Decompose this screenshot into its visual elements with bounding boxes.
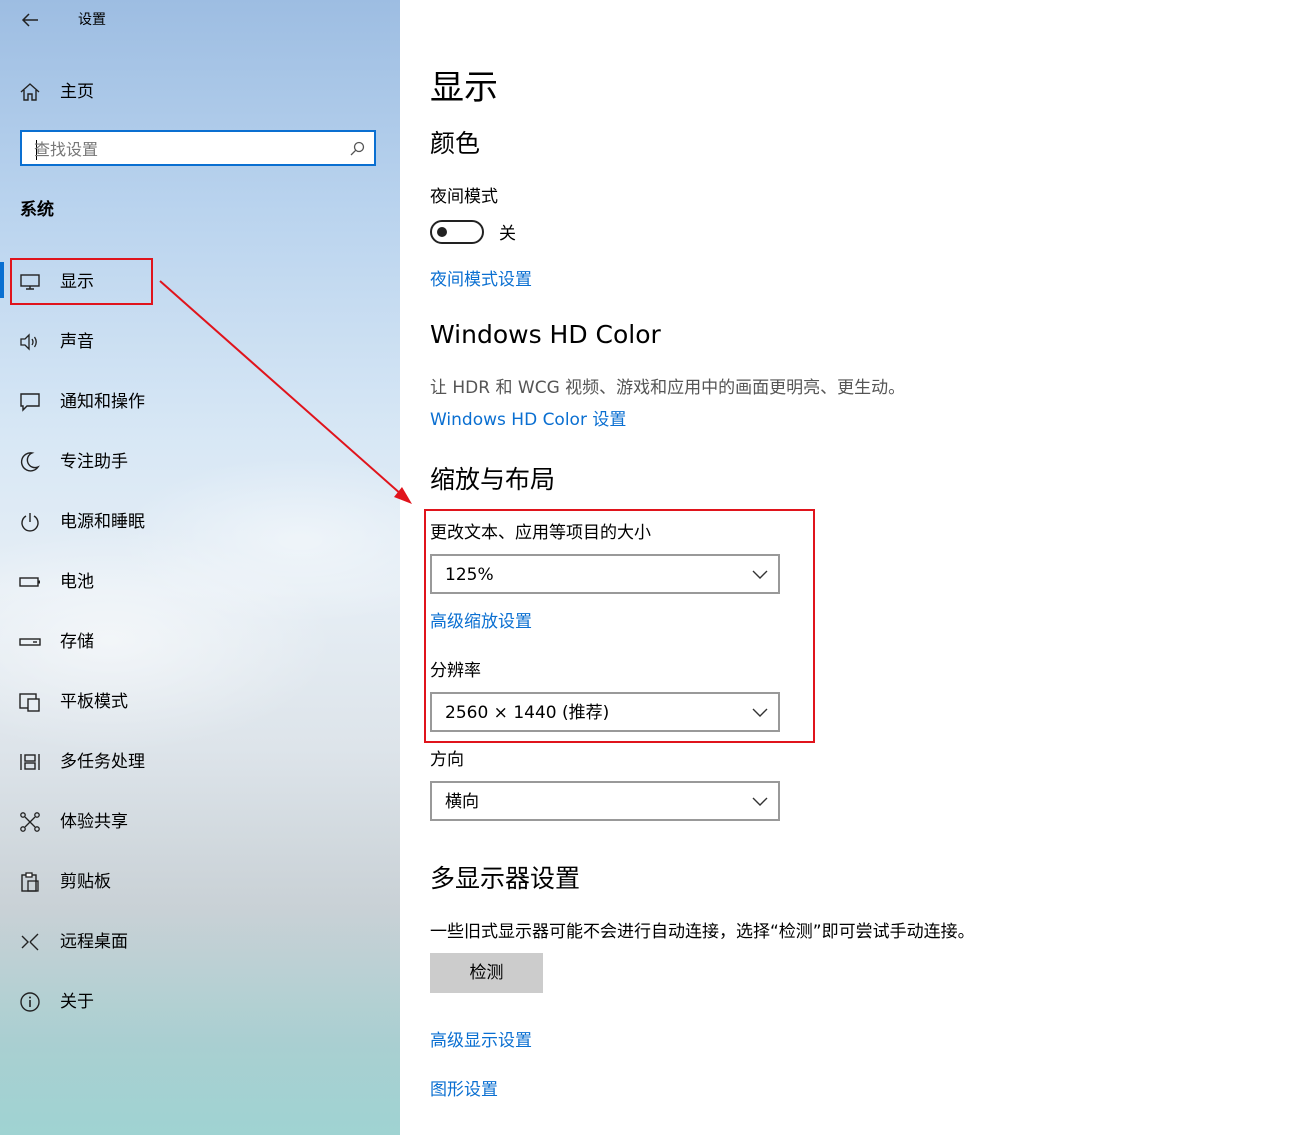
search-input-box[interactable] <box>20 130 376 166</box>
sidebar-item-label: 主页 <box>60 82 94 102</box>
multitask-icon <box>20 754 40 770</box>
home-icon <box>20 83 40 101</box>
sidebar-item-battery[interactable]: 电池 <box>0 560 400 604</box>
storage-icon <box>19 638 41 646</box>
sidebar-item-remote-desktop[interactable]: 远程桌面 <box>0 920 400 964</box>
night-mode-state: 关 <box>499 224 516 244</box>
sidebar-item-focus-assist[interactable]: 专注助手 <box>0 440 400 484</box>
sidebar-item-about[interactable]: 关于 <box>0 980 400 1024</box>
info-icon <box>20 992 40 1012</box>
back-arrow-icon[interactable] <box>18 8 42 32</box>
multi-display-description: 一些旧式显示器可能不会进行自动连接，选择“检测”即可尝试手动连接。 <box>430 922 975 942</box>
advanced-display-link[interactable]: 高级显示设置 <box>430 1029 532 1053</box>
sidebar-item-label: 多任务处理 <box>60 752 145 772</box>
chevron-down-icon <box>752 797 768 806</box>
sidebar: 设置 主页 系统 显示 声音 通知和操作 <box>0 0 400 1135</box>
section-title: 系统 <box>20 200 54 220</box>
monitor-icon <box>20 274 40 290</box>
orientation-label: 方向 <box>430 750 464 770</box>
page-title: 显示 <box>430 68 498 108</box>
speaker-icon <box>20 333 37 351</box>
sidebar-item-label: 声音 <box>60 332 94 352</box>
message-icon <box>20 393 40 412</box>
search-input[interactable] <box>34 137 334 161</box>
toggle-knob <box>437 227 447 237</box>
sidebar-item-notifications[interactable]: 通知和操作 <box>0 380 400 424</box>
sidebar-item-label: 通知和操作 <box>60 392 145 412</box>
sidebar-item-home[interactable]: 主页 <box>0 70 400 114</box>
sidebar-item-sound[interactable]: 声音 <box>0 320 400 364</box>
orientation-value: 横向 <box>445 792 479 812</box>
sidebar-item-label: 体验共享 <box>60 812 128 832</box>
sidebar-item-label: 专注助手 <box>60 452 128 472</box>
color-section-title: 颜色 <box>430 129 481 158</box>
sidebar-item-label: 电池 <box>60 572 94 592</box>
sidebar-item-shared-experiences[interactable]: 体验共享 <box>0 800 400 844</box>
moon-icon <box>20 452 40 472</box>
sidebar-item-label: 关于 <box>60 992 94 1012</box>
graphics-settings-link[interactable]: 图形设置 <box>430 1078 498 1102</box>
night-mode-label: 夜间模式 <box>430 187 498 207</box>
annotation-highlight-box <box>424 509 815 743</box>
hd-color-description: 让 HDR 和 WCG 视频、游戏和应用中的画面更明亮、更生动。 <box>430 378 906 398</box>
sidebar-item-clipboard[interactable]: 剪贴板 <box>0 860 400 904</box>
detect-button[interactable]: 检测 <box>430 953 543 993</box>
share-icon <box>20 812 40 832</box>
sidebar-item-tablet-mode[interactable]: 平板模式 <box>0 680 400 724</box>
sidebar-item-display[interactable]: 显示 <box>0 260 400 304</box>
remote-icon <box>21 933 39 951</box>
sidebar-item-label: 远程桌面 <box>60 932 128 952</box>
sidebar-item-label: 剪贴板 <box>60 872 111 892</box>
search-icon[interactable] <box>348 140 366 158</box>
multi-display-title: 多显示器设置 <box>430 864 581 893</box>
sidebar-item-label: 平板模式 <box>60 692 128 712</box>
battery-icon <box>19 577 40 587</box>
clipboard-icon <box>21 872 39 892</box>
sidebar-item-label: 存储 <box>60 632 94 652</box>
sidebar-item-multitasking[interactable]: 多任务处理 <box>0 740 400 784</box>
app-title: 设置 <box>78 12 106 28</box>
main-content: 显示 颜色 夜间模式 关 夜间模式设置 Windows HD Color 让 H… <box>400 0 1299 1135</box>
sidebar-item-label: 电源和睡眠 <box>60 512 145 532</box>
hd-color-settings-link[interactable]: Windows HD Color 设置 <box>430 408 626 432</box>
orientation-dropdown[interactable]: 横向 <box>430 781 780 821</box>
night-mode-toggle[interactable] <box>430 220 484 244</box>
night-mode-settings-link[interactable]: 夜间模式设置 <box>430 268 532 292</box>
sidebar-item-power-sleep[interactable]: 电源和睡眠 <box>0 500 400 544</box>
sidebar-item-label: 显示 <box>60 272 94 292</box>
sidebar-item-storage[interactable]: 存储 <box>0 620 400 664</box>
hd-color-title: Windows HD Color <box>430 320 661 349</box>
power-icon <box>21 513 39 532</box>
scale-layout-title: 缩放与布局 <box>430 465 556 494</box>
tablet-icon <box>19 693 40 712</box>
